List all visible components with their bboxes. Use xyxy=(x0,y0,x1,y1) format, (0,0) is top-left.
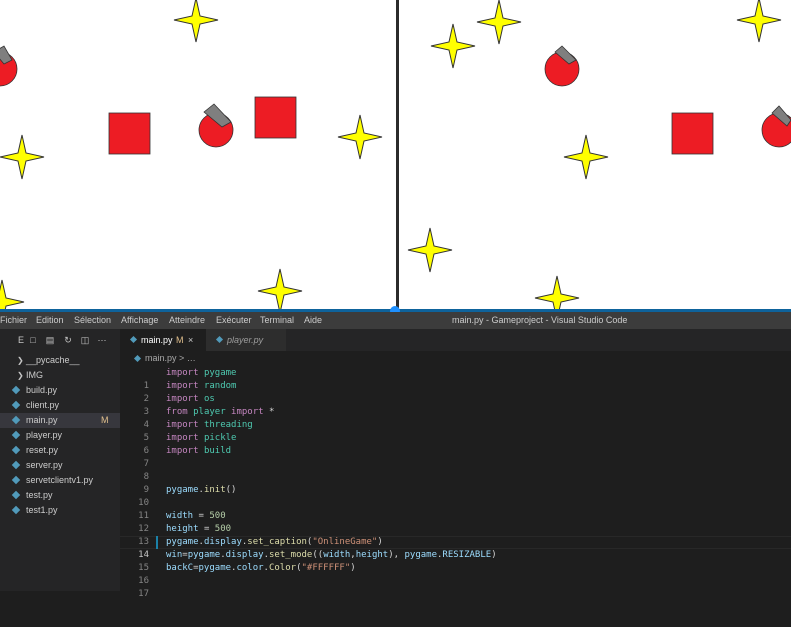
explorer-header: E □ ▤ ↻ ◫ ⋯ xyxy=(0,329,120,353)
file-item[interactable]: server.py xyxy=(0,458,120,473)
player-cannon xyxy=(198,103,234,148)
red-square xyxy=(108,112,151,155)
code-line: 11 xyxy=(138,511,149,521)
star xyxy=(430,23,476,69)
python-file-icon xyxy=(11,505,21,515)
star xyxy=(337,114,383,160)
code-line: 16 backC=pygame.color.Color("#FFFFFF") xyxy=(138,563,356,586)
collapse-all-icon[interactable]: ◫ xyxy=(80,335,90,345)
python-file-icon xyxy=(11,385,21,395)
window-title: main.py - Gameproject - Visual Studio Co… xyxy=(452,315,628,325)
menubar: Fichier Edition Sélection Affichage Atte… xyxy=(0,312,791,329)
code-line: 7 import build xyxy=(143,446,232,469)
red-square xyxy=(671,112,714,155)
game-window-left[interactable] xyxy=(0,0,396,312)
code-line: 5 import threading xyxy=(143,420,253,443)
code-line: 8 xyxy=(143,472,149,482)
player-cannon xyxy=(0,45,18,87)
python-file-icon xyxy=(11,445,21,455)
folder-item[interactable]: ❯ IMG xyxy=(0,368,120,383)
python-file-icon xyxy=(11,400,21,410)
code-line: 13 height = 500 xyxy=(138,524,232,547)
file-item[interactable]: reset.py xyxy=(0,443,120,458)
explorer-sidebar: E □ ▤ ↻ ◫ ⋯ ❯ __pycache__ ❯ IMG build.py… xyxy=(0,329,120,591)
code-line: 17 xyxy=(138,589,149,599)
refresh-icon[interactable]: ↻ xyxy=(63,335,73,345)
code-line-current: 14 pygame.display.set_caption("OnlineGam… xyxy=(138,537,383,560)
menu-executer[interactable]: Exécuter xyxy=(216,315,252,325)
player-cannon xyxy=(761,105,791,148)
editor-tabbar: main.py M × player.py xyxy=(120,329,791,351)
breadcrumb[interactable]: main.py > … xyxy=(120,351,791,366)
star xyxy=(257,268,303,312)
more-actions-icon[interactable]: ⋯ xyxy=(97,335,107,345)
close-icon[interactable]: × xyxy=(188,329,193,351)
file-item[interactable]: player.py xyxy=(0,428,120,443)
red-square xyxy=(254,96,297,139)
file-item[interactable]: servetclientv1.py xyxy=(0,473,120,488)
star xyxy=(407,227,453,273)
menu-aide[interactable]: Aide xyxy=(304,315,322,325)
tab-player-py[interactable]: player.py xyxy=(206,329,286,351)
code-line: 15 win=pygame.display.set_mode((width,he… xyxy=(138,550,497,573)
star xyxy=(476,0,522,45)
file-item[interactable]: build.py xyxy=(0,383,120,398)
menu-fichier[interactable]: Fichier xyxy=(0,315,27,325)
star xyxy=(736,0,782,43)
code-line: 9 xyxy=(143,485,149,495)
menu-terminal[interactable]: Terminal xyxy=(260,315,294,325)
python-file-icon xyxy=(215,335,224,344)
python-file-icon xyxy=(11,475,21,485)
game-scene-right xyxy=(407,0,791,312)
star xyxy=(0,279,25,312)
python-file-icon xyxy=(129,335,138,344)
chevron-right-icon: ❯ xyxy=(17,371,24,380)
code-line: 1 import pygame xyxy=(143,368,237,391)
star xyxy=(563,134,609,180)
code-line: 4 from player import * xyxy=(143,407,275,430)
game-window-right[interactable] xyxy=(399,0,791,312)
python-file-icon xyxy=(11,430,21,440)
code-line: 3 import os xyxy=(143,394,215,417)
menu-selection[interactable]: Sélection xyxy=(74,315,111,325)
menu-edition[interactable]: Edition xyxy=(36,315,64,325)
file-item[interactable]: client.py xyxy=(0,398,120,413)
new-file-icon[interactable]: □ xyxy=(28,335,38,345)
explorer-title: E xyxy=(17,335,24,345)
code-line: 6 import pickle xyxy=(143,433,237,456)
python-file-icon xyxy=(11,415,21,425)
game-scene-left xyxy=(0,0,383,312)
modified-badge: M xyxy=(176,335,184,345)
chevron-right-icon: ❯ xyxy=(17,356,24,365)
menu-affichage[interactable]: Affichage xyxy=(121,315,158,325)
code-line: 10 pygame.init() xyxy=(138,485,237,508)
folder-item[interactable]: ❯ __pycache__ xyxy=(0,353,120,368)
player-cannon xyxy=(544,45,580,87)
code-line: 2 import random xyxy=(143,381,237,404)
python-file-icon xyxy=(133,354,142,363)
new-folder-icon[interactable]: ▤ xyxy=(45,335,55,345)
python-file-icon xyxy=(11,460,21,470)
file-item-active[interactable]: main.py M xyxy=(0,413,120,428)
game-area xyxy=(0,0,791,316)
menu-atteindre[interactable]: Atteindre xyxy=(169,315,205,325)
file-item[interactable]: test.py xyxy=(0,488,120,503)
star xyxy=(0,134,45,180)
modified-badge: M xyxy=(101,415,109,425)
star xyxy=(534,275,580,312)
python-file-icon xyxy=(11,490,21,500)
star xyxy=(173,0,219,43)
tab-main-py[interactable]: main.py M × xyxy=(120,329,206,351)
file-item[interactable]: test1.py xyxy=(0,503,120,518)
code-line: 12 width = 500 xyxy=(138,511,226,534)
code-editor[interactable]: 1 import pygame 2 import random 3 import… xyxy=(120,366,791,599)
